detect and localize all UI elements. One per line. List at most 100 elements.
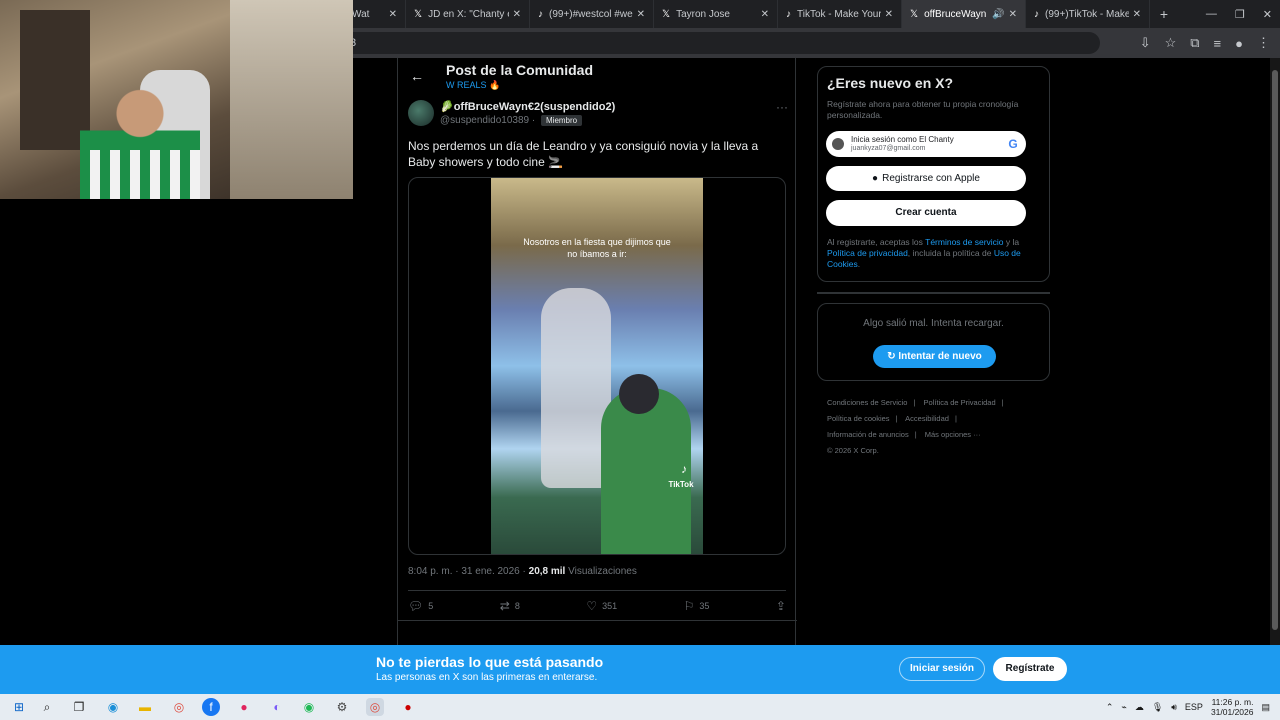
close-window-icon[interactable]: ✕ — [1263, 8, 1272, 21]
post-header: ← Post de la Comunidad W REALS 🔥 — [398, 58, 797, 98]
author-handle[interactable]: @suspendido10389 · — [440, 115, 535, 126]
repost-button[interactable]: ⇄ 8 — [500, 598, 520, 614]
browser-tab[interactable]: ♪ (99+)TikTok - Make Y ✕ — [1026, 0, 1150, 28]
close-icon[interactable]: ✕ — [1009, 9, 1017, 20]
minimize-icon[interactable]: — — [1206, 8, 1217, 20]
browser-tab[interactable]: 𝕏 Tayron Jose ✕ — [654, 0, 778, 28]
avatar[interactable] — [408, 100, 434, 126]
system-tray: ⌃ ⌁ ☁ 🎙︎ 🔊︎ ESP 11:26 p. m. 31/01/2026 ▤ — [1106, 694, 1270, 720]
settings-gear-icon[interactable]: ⚙ — [333, 698, 351, 716]
footer-link[interactable]: Condiciones de Servicio — [827, 398, 907, 407]
share-button[interactable]: ⇪ — [776, 598, 786, 614]
divider — [817, 292, 1050, 294]
register-button[interactable]: Regístrate — [993, 657, 1067, 681]
error-card: Algo salió mal. Intenta recargar. ↻ Inte… — [817, 303, 1050, 381]
new-tab-button[interactable]: + — [1150, 6, 1178, 22]
reply-button[interactable]: 💬︎ 5 — [408, 598, 433, 614]
bookmark-star-icon[interactable]: ☆ — [1165, 35, 1177, 51]
browser-tab[interactable]: 𝕏 JD en X: "Chanty esta ✕ — [406, 0, 530, 28]
apple-signup-button[interactable]: ● Registrarse con Apple — [826, 166, 1026, 191]
tiktok-icon: ♪ — [538, 8, 543, 20]
bookmark-button[interactable]: ⚐ 35 — [684, 598, 710, 614]
browser-tab-active[interactable]: 𝕏 offBruceWayn 🔊 ✕ — [902, 0, 1026, 28]
network-icon[interactable]: ⌁ — [1121, 702, 1126, 713]
repost-icon: ⇄ — [499, 599, 510, 613]
close-icon[interactable]: ✕ — [1133, 9, 1141, 20]
facebook-icon[interactable]: f — [202, 698, 220, 716]
task-view-icon[interactable]: ❐ — [70, 698, 88, 716]
tiktok-logo-icon: ♪ — [681, 462, 687, 476]
login-button[interactable]: Iniciar sesión — [899, 657, 985, 681]
more-options-icon[interactable]: ··· — [776, 100, 788, 114]
post-time[interactable]: 8:04 p. m. · 31 ene. 2026 · — [408, 566, 526, 577]
spotify-icon[interactable]: ◉ — [300, 698, 318, 716]
tiktok-watermark: TikTok — [668, 480, 694, 489]
chrome-icon[interactable]: ◎ — [170, 698, 188, 716]
notifications-icon[interactable]: ▤ — [1261, 702, 1270, 713]
create-account-button[interactable]: Crear cuenta — [826, 200, 1026, 226]
app-icon[interactable]: ● — [399, 698, 417, 716]
webcam-jersey — [80, 150, 200, 199]
more-options-link[interactable]: Más opciones ··· — [925, 430, 981, 439]
divider — [408, 590, 786, 591]
language-indicator[interactable]: ESP — [1185, 702, 1203, 712]
speaker-icon[interactable]: 🔊 — [992, 9, 1004, 20]
reply-count: 5 — [428, 601, 434, 611]
like-button[interactable]: ♡ 351 — [586, 598, 617, 614]
video-player[interactable]: Nosotros en la fiesta que dijimos que no… — [491, 178, 703, 554]
apple-signup-label: Registrarse con Apple — [882, 173, 980, 184]
scrollbar[interactable] — [1270, 58, 1280, 645]
terms-link[interactable]: Términos de servicio — [925, 237, 1003, 247]
close-icon[interactable]: ✕ — [513, 9, 521, 20]
windows-start-icon[interactable]: ⊞ — [10, 698, 28, 716]
post-author: 🥬offBruceWayn€2(suspendido2) @suspendido… — [408, 100, 788, 130]
close-icon[interactable]: ✕ — [637, 9, 645, 20]
chevron-up-icon[interactable]: ⌃ — [1106, 702, 1114, 713]
footer-link[interactable]: Política de cookies — [827, 414, 890, 423]
close-icon[interactable]: ✕ — [885, 9, 893, 20]
retry-button[interactable]: ↻ Intentar de nuevo — [873, 345, 996, 368]
onedrive-icon[interactable]: ☁ — [1135, 702, 1144, 713]
signup-card: ¿Eres nuevo en X? Regístrate ahora para … — [817, 66, 1050, 282]
restore-icon[interactable]: ❐ — [1235, 8, 1245, 21]
edge-icon[interactable]: ◉ — [104, 698, 122, 716]
privacy-link[interactable]: Política de privacidad — [827, 248, 908, 258]
scrollbar-thumb[interactable] — [1272, 70, 1278, 630]
profile-avatar[interactable]: ● — [1235, 36, 1243, 51]
footer-link[interactable]: Accesibilidad — [905, 414, 949, 423]
close-icon[interactable]: ✕ — [389, 9, 397, 20]
address-bar[interactable]: 3 — [340, 32, 1100, 54]
footer-links: Condiciones de Servicio | Política de Pri… — [827, 398, 1004, 455]
community-link[interactable]: W REALS 🔥 — [446, 80, 500, 91]
extensions-icon[interactable]: ⧉ — [1190, 35, 1199, 51]
search-icon[interactable]: ⌕ — [38, 698, 56, 716]
tiktok-icon: ♪ — [1034, 8, 1039, 20]
video-figure-head — [619, 374, 659, 414]
divider — [398, 620, 797, 621]
post-media[interactable]: Nosotros en la fiesta que dijimos que no… — [408, 177, 786, 555]
discord-icon[interactable]: ◐ — [268, 698, 286, 716]
app-icon[interactable]: ● — [235, 698, 253, 716]
author-display-name[interactable]: 🥬offBruceWayn€2(suspendido2) — [440, 100, 615, 113]
back-arrow-icon[interactable]: ← — [410, 68, 424, 84]
chrome-active-icon[interactable]: ◎ — [366, 698, 384, 716]
login-banner: No te pierdas lo que está pasando Las pe… — [0, 645, 1280, 694]
browser-tab[interactable]: ♪ (99+)#westcol #west ✕ — [530, 0, 654, 28]
google-signin-button[interactable]: Inicia sesión como El Chanty juankyza07@… — [826, 131, 1026, 157]
footer-link[interactable]: Información de anuncios — [827, 430, 909, 439]
clock[interactable]: 11:26 p. m. 31/01/2026 — [1211, 697, 1254, 717]
file-explorer-icon[interactable]: ▬ — [136, 698, 154, 716]
close-icon[interactable]: ✕ — [761, 9, 769, 20]
reply-icon: 💬︎ — [408, 599, 424, 613]
menu-icon[interactable]: ⋮ — [1257, 35, 1270, 51]
volume-icon[interactable]: 🔊︎ — [1171, 702, 1177, 713]
media-controls-icon[interactable]: ≡ — [1214, 36, 1222, 51]
copyright: © 2026 X Corp. — [827, 446, 879, 455]
microphone-icon[interactable]: 🎙︎ — [1152, 702, 1163, 713]
heart-icon: ♡ — [586, 599, 598, 613]
signup-legal-text: Al registrarte, aceptas los Términos de … — [827, 237, 1021, 269]
browser-tab[interactable]: ♪ TikTok - Make Your D ✕ — [778, 0, 902, 28]
footer-link[interactable]: Política de Privacidad — [924, 398, 996, 407]
x-logo-icon: 𝕏 — [662, 8, 671, 20]
install-app-icon[interactable]: ⇩ — [1140, 35, 1151, 51]
